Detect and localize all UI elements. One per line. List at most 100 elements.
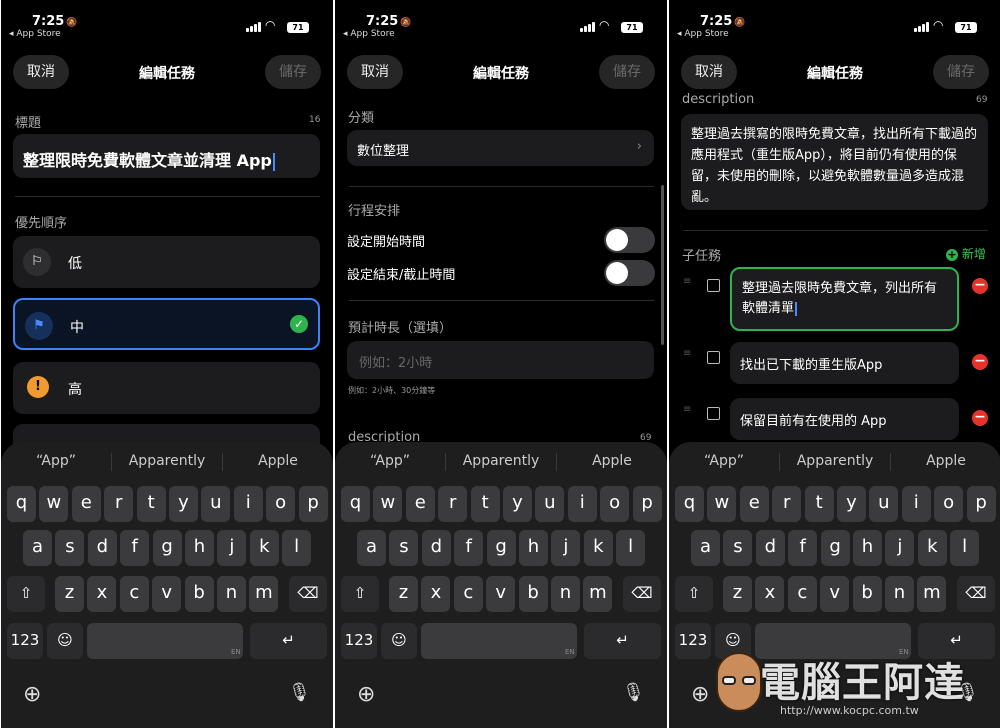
globe-icon[interactable]: ⊕ [357, 682, 375, 707]
key-g[interactable]: g [486, 530, 516, 566]
key-e[interactable]: e [405, 486, 435, 522]
key-h[interactable]: h [519, 530, 548, 566]
key-v[interactable]: v [486, 576, 516, 612]
key-t[interactable]: t [470, 486, 500, 522]
key-v[interactable]: v [152, 576, 182, 612]
key-o[interactable]: o [934, 486, 964, 522]
key-v[interactable]: v [820, 576, 850, 612]
save-button[interactable]: 儲存 [933, 55, 989, 89]
key-x[interactable]: x [755, 576, 785, 612]
key-z[interactable]: z [723, 576, 752, 612]
back-to-app-store[interactable]: ◂ App Store [9, 29, 61, 39]
key-o[interactable]: o [600, 486, 630, 522]
key-f[interactable]: f [120, 530, 150, 566]
microphone-icon[interactable]: 🎙 [288, 682, 311, 703]
numbers-key[interactable]: 123 [341, 623, 377, 659]
key-s[interactable]: s [389, 530, 419, 566]
key-j[interactable]: j [217, 530, 247, 566]
start-time-toggle[interactable] [604, 227, 655, 253]
emoji-key[interactable]: ☺ [47, 623, 83, 659]
shift-key[interactable]: ⇧ [7, 576, 45, 612]
key-u[interactable]: u [201, 486, 231, 522]
key-k[interactable]: k [917, 530, 947, 566]
key-w[interactable]: w [373, 486, 403, 522]
key-m[interactable]: m [917, 576, 947, 612]
subtask-input[interactable]: 找出已下載的重生版App [730, 342, 959, 384]
end-time-toggle[interactable] [604, 260, 655, 286]
key-r[interactable]: r [438, 486, 468, 522]
description-input[interactable]: 整理過去撰寫的限時免費文章，找出所有下載過的應用程式（重生版App），將目前仍有… [681, 114, 988, 210]
key-n[interactable]: n [885, 576, 914, 612]
key-x[interactable]: x [421, 576, 451, 612]
suggestion-3[interactable]: Apple [557, 453, 667, 469]
key-f[interactable]: f [454, 530, 484, 566]
key-s[interactable]: s [723, 530, 753, 566]
add-subtask-button[interactable]: + 新增 [946, 245, 986, 262]
suggestion-1[interactable]: “App” [669, 453, 779, 469]
back-to-app-store[interactable]: ◂ App Store [343, 29, 395, 39]
key-l[interactable]: l [616, 530, 646, 566]
suggestion-1[interactable]: “App” [1, 453, 111, 469]
backspace-key[interactable]: ⌫ [623, 576, 661, 612]
key-y[interactable]: y [837, 486, 866, 522]
duration-input[interactable]: 例如：2小時 [347, 341, 654, 379]
key-h[interactable]: h [185, 530, 214, 566]
key-i[interactable]: i [567, 486, 597, 522]
key-t[interactable]: t [804, 486, 834, 522]
key-j[interactable]: j [885, 530, 915, 566]
key-i[interactable]: i [233, 486, 263, 522]
key-z[interactable]: z [389, 576, 418, 612]
key-x[interactable]: x [87, 576, 117, 612]
backspace-key[interactable]: ⌫ [957, 576, 995, 612]
key-m[interactable]: m [249, 576, 279, 612]
key-c[interactable]: c [787, 576, 817, 612]
subtask-input[interactable]: 整理過去限時免費文章，列出所有軟體清單 [730, 267, 959, 331]
key-k[interactable]: k [583, 530, 613, 566]
key-b[interactable]: b [518, 576, 548, 612]
return-key[interactable]: ↵ [584, 623, 661, 659]
priority-low-option[interactable]: ⚐ 低 [13, 236, 320, 288]
drag-handle-icon[interactable]: ≡ [683, 348, 691, 359]
emoji-key[interactable]: ☺ [381, 623, 417, 659]
key-l[interactable]: l [950, 530, 980, 566]
subtask-checkbox[interactable] [707, 279, 720, 292]
key-o[interactable]: o [266, 486, 296, 522]
key-n[interactable]: n [217, 576, 246, 612]
key-w[interactable]: w [707, 486, 737, 522]
subtask-checkbox[interactable] [707, 407, 720, 420]
key-i[interactable]: i [901, 486, 931, 522]
key-d[interactable]: d [87, 530, 117, 566]
remove-subtask-icon[interactable]: − [972, 354, 988, 370]
key-r[interactable]: r [772, 486, 802, 522]
shift-key[interactable]: ⇧ [675, 576, 713, 612]
key-d[interactable]: d [755, 530, 785, 566]
shift-key[interactable]: ⇧ [341, 576, 379, 612]
drag-handle-icon[interactable]: ≡ [683, 276, 691, 287]
priority-high-option[interactable]: ! 高 [13, 362, 320, 414]
key-r[interactable]: r [104, 486, 134, 522]
remove-subtask-icon[interactable]: − [972, 410, 988, 426]
back-to-app-store[interactable]: ◂ App Store [677, 29, 729, 39]
key-n[interactable]: n [551, 576, 580, 612]
key-u[interactable]: u [535, 486, 565, 522]
drag-handle-icon[interactable]: ≡ [683, 404, 691, 415]
key-c[interactable]: c [453, 576, 483, 612]
key-b[interactable]: b [184, 576, 214, 612]
key-j[interactable]: j [551, 530, 581, 566]
scrollbar[interactable] [661, 185, 664, 345]
numbers-key[interactable]: 123 [675, 623, 711, 659]
key-t[interactable]: t [136, 486, 166, 522]
key-m[interactable]: m [583, 576, 613, 612]
suggestion-3[interactable]: Apple [223, 453, 333, 469]
save-button[interactable]: 儲存 [265, 55, 321, 89]
key-c[interactable]: c [119, 576, 149, 612]
key-k[interactable]: k [249, 530, 279, 566]
space-key[interactable] [421, 623, 577, 659]
key-a[interactable]: a [23, 530, 52, 566]
key-q[interactable]: q [341, 486, 370, 522]
space-key[interactable] [87, 623, 243, 659]
suggestion-3[interactable]: Apple [891, 453, 1000, 469]
key-g[interactable]: g [152, 530, 182, 566]
return-key[interactable]: ↵ [250, 623, 327, 659]
key-a[interactable]: a [357, 530, 386, 566]
